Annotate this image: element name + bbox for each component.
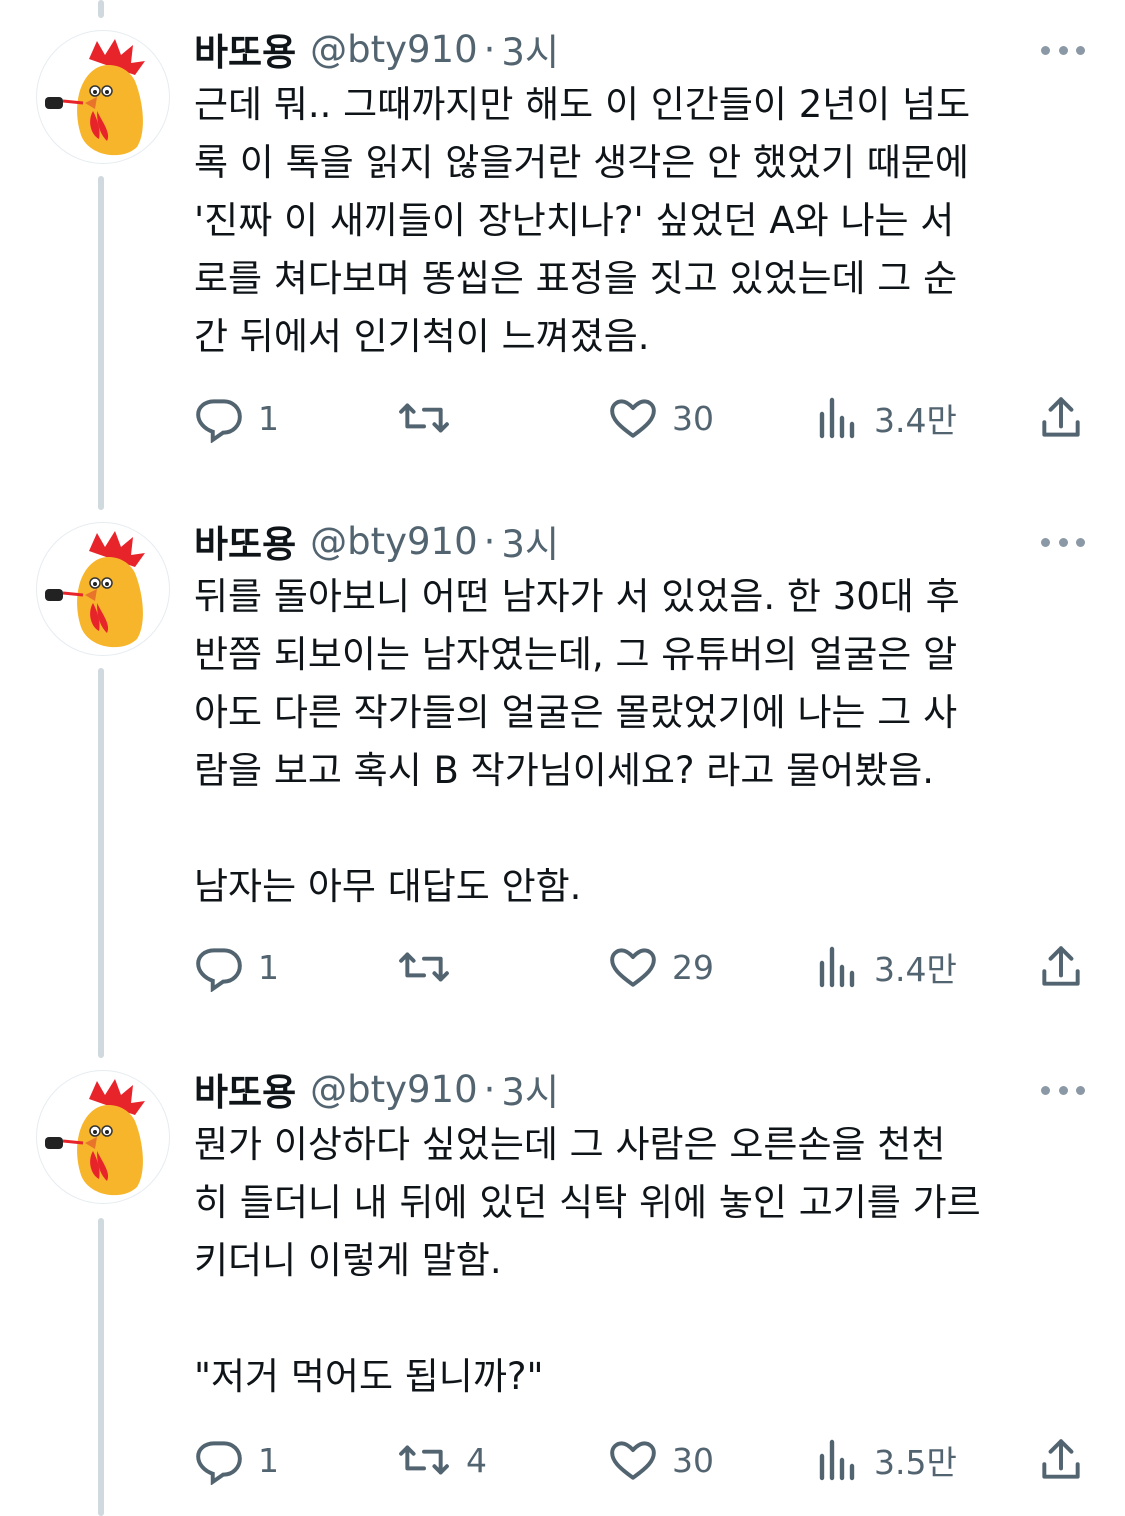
separator-dot: · (483, 27, 496, 71)
reply-icon (196, 948, 242, 992)
views-count: 3.5만 (874, 1443, 957, 1482)
share-icon (1042, 946, 1080, 986)
share-button[interactable] (1036, 390, 1086, 446)
share-icon (1042, 397, 1080, 437)
username-handle[interactable]: @bty910 (310, 28, 478, 71)
share-icon (1042, 1439, 1080, 1479)
display-name[interactable]: 바또용 (194, 514, 296, 568)
heart-icon (610, 948, 656, 987)
reply-button[interactable]: 1 (194, 1432, 279, 1488)
reply-button[interactable]: 1 (194, 390, 279, 446)
separator-dot: · (483, 519, 496, 563)
retweet-count: 4 (466, 1440, 487, 1480)
reply-button[interactable]: 1 (194, 939, 279, 995)
share-button[interactable] (1036, 939, 1086, 995)
avatar[interactable] (36, 522, 170, 656)
display-name[interactable]: 바또용 (194, 1062, 296, 1116)
share-button[interactable] (1036, 1432, 1086, 1488)
heart-icon (610, 1441, 656, 1480)
views-count: 3.4만 (874, 950, 957, 989)
retweet-button[interactable] (396, 939, 466, 995)
like-button[interactable]: 29 (608, 939, 714, 995)
separator-dot: · (483, 1067, 496, 1111)
reply-count: 1 (258, 398, 279, 438)
username-handle[interactable]: @bty910 (310, 520, 478, 563)
reply-count: 1 (258, 947, 279, 987)
views-icon (819, 397, 855, 439)
thread-line (98, 668, 104, 1058)
like-button[interactable]: 30 (608, 390, 714, 446)
views-button[interactable]: 3.5만 (816, 1432, 957, 1488)
like-count: 30 (672, 398, 714, 438)
avatar[interactable] (36, 1070, 170, 1204)
action-bar: 1 30 3.4만 (194, 390, 1094, 446)
retweet-icon (399, 1445, 449, 1475)
tweet-time[interactable]: 3시 (501, 514, 559, 568)
like-count: 30 (672, 1440, 714, 1480)
rooster-avatar-icon (45, 531, 145, 648)
display-name[interactable]: 바또용 (194, 22, 296, 76)
reply-count: 1 (258, 1440, 279, 1480)
action-bar: 1 4 30 3.5만 (194, 1432, 1094, 1488)
tweet-time[interactable]: 3시 (501, 22, 559, 76)
tweet-text: 근데 뭐.. 그때까지만 해도 이 인간들이 2년이 넘도 록 이 톡을 읽지 … (194, 83, 971, 358)
tweet-time[interactable]: 3시 (501, 1062, 559, 1116)
views-icon (819, 946, 855, 988)
reply-icon (196, 1441, 242, 1485)
views-button[interactable]: 3.4만 (816, 939, 957, 995)
views-count: 3.4만 (874, 401, 957, 440)
action-bar: 1 29 3.4만 (194, 939, 1094, 995)
rooster-avatar-icon (45, 39, 145, 156)
retweet-icon (399, 952, 449, 982)
like-count: 29 (672, 947, 714, 987)
more-icon[interactable] (1041, 1084, 1085, 1096)
retweet-button[interactable]: 4 (396, 1432, 487, 1488)
like-button[interactable]: 30 (608, 1432, 714, 1488)
tweet-text: 뒤를 돌아보니 어떤 남자가 서 있었음. 한 30대 후 반쯤 되보이는 남자… (194, 575, 960, 908)
heart-icon (610, 399, 656, 438)
rooster-avatar-icon (45, 1079, 145, 1196)
username-handle[interactable]: @bty910 (310, 1068, 478, 1111)
reply-icon (196, 399, 242, 443)
thread-line (98, 176, 104, 510)
retweet-button[interactable] (396, 390, 466, 446)
more-icon[interactable] (1041, 44, 1085, 56)
views-button[interactable]: 3.4만 (816, 390, 957, 446)
thread-line (98, 1218, 104, 1516)
views-icon (819, 1439, 855, 1481)
thread-line (98, 0, 104, 18)
retweet-icon (399, 403, 449, 433)
tweet-text: 뭔가 이상하다 싶었는데 그 사람은 오른손을 천천 히 들더니 내 뒤에 있던… (194, 1123, 981, 1398)
avatar[interactable] (36, 30, 170, 164)
more-icon[interactable] (1041, 536, 1085, 548)
